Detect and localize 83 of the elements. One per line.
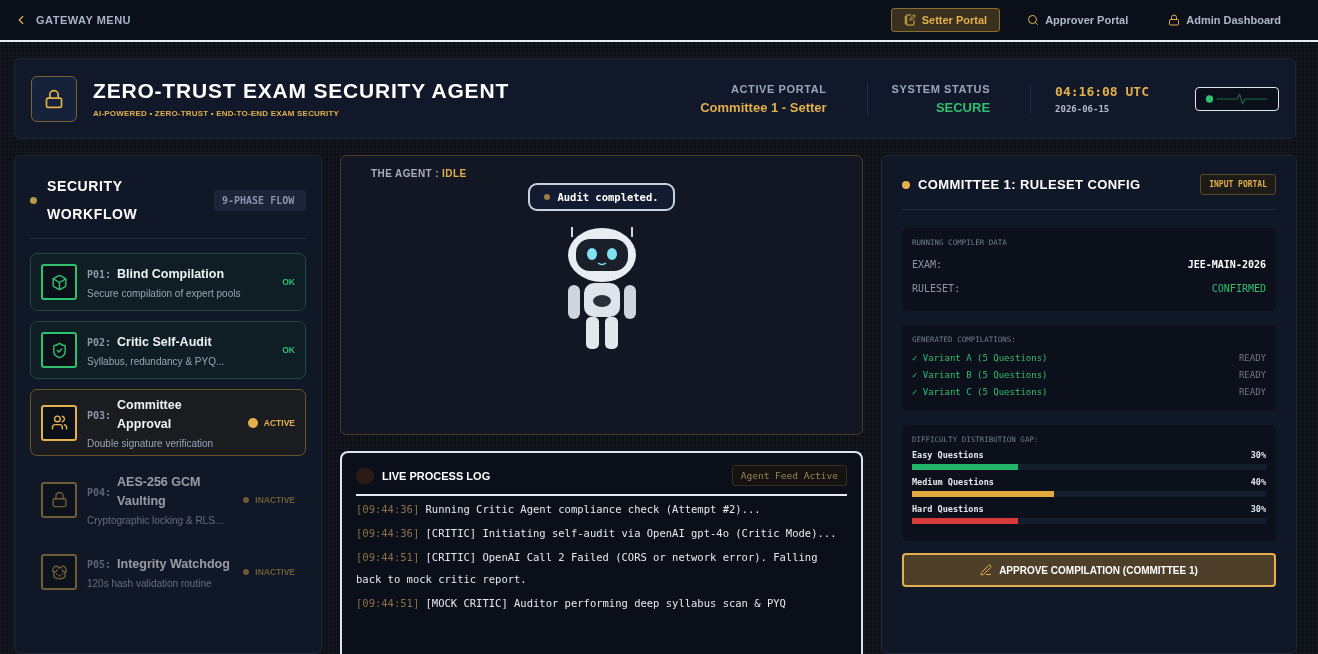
phase-status: INACTIVE: [255, 494, 295, 505]
variant-label: ✓ Variant A (5 Questions): [912, 352, 1048, 365]
field-label: RULESET:: [912, 282, 961, 296]
heartbeat-monitor-icon: [1195, 86, 1279, 111]
active-portal: Committee 1 - Setter: [700, 99, 827, 115]
log-entry: [09:44:36] Running Critic Agent compliance check (Attempt #2)...: [356, 502, 762, 517]
portal-tab[interactable]: Approver Portal: [1014, 8, 1142, 32]
panel-title: COMMITTEE 1: RULESET CONFIG: [918, 177, 1142, 192]
phase-count-tag: 9-PHASE FLOW: [214, 189, 306, 211]
search-icon: [1027, 14, 1040, 26]
status-dot: [243, 569, 250, 575]
phase-description: Secure compilation of expert pools: [87, 288, 242, 299]
difficulty-reading: 30%: [1250, 450, 1266, 460]
variant-label: ✓ Variant B (5 Questions): [912, 369, 1048, 382]
speech-bubble: Audit completed.: [528, 183, 675, 211]
phase-code: P02:: [87, 337, 112, 348]
phase-card[interactable]: P05: Integrity Watchdog 120s hash validation routine INACTIVE: [30, 543, 306, 601]
phase-status: OK: [282, 345, 295, 355]
approve-button[interactable]: APPROVE COMPILATION (COMMITTEE 1): [902, 553, 1276, 587]
phase-description: Cryptographic locking & RLS...: [87, 515, 225, 526]
difficulty-label: Medium Questions: [912, 477, 994, 487]
status-dot: [247, 417, 258, 428]
log-entry: [09:44:51] [CRITIC] OpenAI Call 2 Failed (CORS or network error). Falling back to mock critic report.: [356, 550, 819, 587]
phase-card[interactable]: P03: Committee Approval Double signature verification ACTIVE: [30, 389, 306, 456]
stat-label: SYSTEM STATUS: [891, 82, 991, 95]
portal-tab[interactable]: Admin Dashboard: [1155, 8, 1294, 32]
field-value: JEE-MAIN-2026: [1187, 258, 1266, 272]
difficulty-reading: 40%: [1250, 477, 1266, 487]
lock-icon: [50, 491, 68, 508]
feed-badge: Agent Feed Active: [731, 465, 847, 486]
phase-description: Syllabus, redundancy & PYQ...: [87, 356, 226, 367]
difficulty-label: Hard Questions: [912, 504, 984, 514]
app-subtitle: AI-POWERED • ZERO-TRUST • END-TO-END EXAM SECURITY: [93, 109, 341, 118]
clock-time: 04:16:08 UTC: [1055, 83, 1149, 99]
input-portal-tag: INPUT PORTAL: [1200, 174, 1276, 195]
phase-code: P05:: [87, 559, 112, 570]
phase-title: Integrity Watchdog: [117, 556, 230, 573]
phase-title: Blind Compilation: [117, 266, 225, 283]
app-title: ZERO-TRUST EXAM SECURITY AGENT: [93, 79, 511, 103]
phase-card[interactable]: P02: Critic Self-Audit Syllabus, redundancy & PYQ... OK: [30, 321, 306, 379]
phase-title: Committee Approval: [117, 397, 183, 433]
variant-status: READY: [1238, 369, 1266, 382]
lock-icon: [44, 88, 64, 109]
log-entry: [09:44:51] [MOCK CRITIC] Auditor performing deep syllabus scan & PYQ: [356, 596, 787, 611]
panel-title: SECURITY WORKFLOW: [47, 177, 139, 224]
lock-icon: [1168, 14, 1181, 26]
difficulty-reading: 30%: [1250, 504, 1266, 514]
bullet-dot: [902, 180, 910, 189]
phase-code: P03:: [87, 409, 112, 421]
field-value: CONFIRMED: [1211, 282, 1266, 296]
dog-icon: [50, 563, 68, 581]
notepad-icon: [903, 14, 916, 26]
system-status: SECURE: [935, 99, 991, 115]
people-icon: [50, 414, 68, 431]
clock-date: 2026-06-15: [1055, 103, 1110, 114]
shield-check-icon: [50, 341, 68, 359]
record-dot-icon: [356, 466, 374, 485]
portal-tab[interactable]: Setter Portal: [890, 8, 1001, 32]
phase-title: Critic Self-Audit: [117, 334, 212, 351]
variant-label: ✓ Variant C (5 Questions): [912, 386, 1048, 399]
agent-status: THE AGENT : IDLE: [371, 168, 467, 179]
status-dot: [243, 496, 250, 503]
log-title: LIVE PROCESS LOG: [382, 469, 492, 482]
field-label: EXAM:: [912, 258, 943, 272]
phase-card[interactable]: P04: AES-256 GCM Vaulting Cryptographic locking & RLS... INACTIVE: [30, 466, 306, 533]
phase-description: 120s hash validation routine: [87, 578, 213, 589]
phase-description: Double signature verification: [87, 438, 215, 449]
phase-code: P01:: [87, 269, 112, 280]
log-entry: [09:44:36] [CRITIC] Initiating self-audit via OpenAI gpt-4o (Critic Mode)...: [356, 526, 838, 541]
difficulty-label: Easy Questions: [912, 450, 984, 460]
phase-status: INACTIVE: [255, 567, 295, 577]
phase-card[interactable]: P01: Blind Compilation Secure compilation of expert pools OK: [30, 253, 306, 311]
phase-status: OK: [282, 277, 295, 287]
variant-status: READY: [1238, 352, 1266, 365]
variant-status: READY: [1238, 386, 1266, 399]
back-link[interactable]: GATEWAY MENU: [14, 13, 132, 27]
phase-status: ACTIVE: [263, 417, 295, 428]
stat-label: ACTIVE PORTAL: [731, 82, 827, 95]
pen-icon: [980, 564, 993, 576]
bullet-dot: [30, 196, 37, 204]
phase-title: AES-256 GCM Vaulting: [117, 474, 202, 510]
phase-code: P04:: [87, 486, 112, 498]
box-icon: [50, 273, 68, 291]
